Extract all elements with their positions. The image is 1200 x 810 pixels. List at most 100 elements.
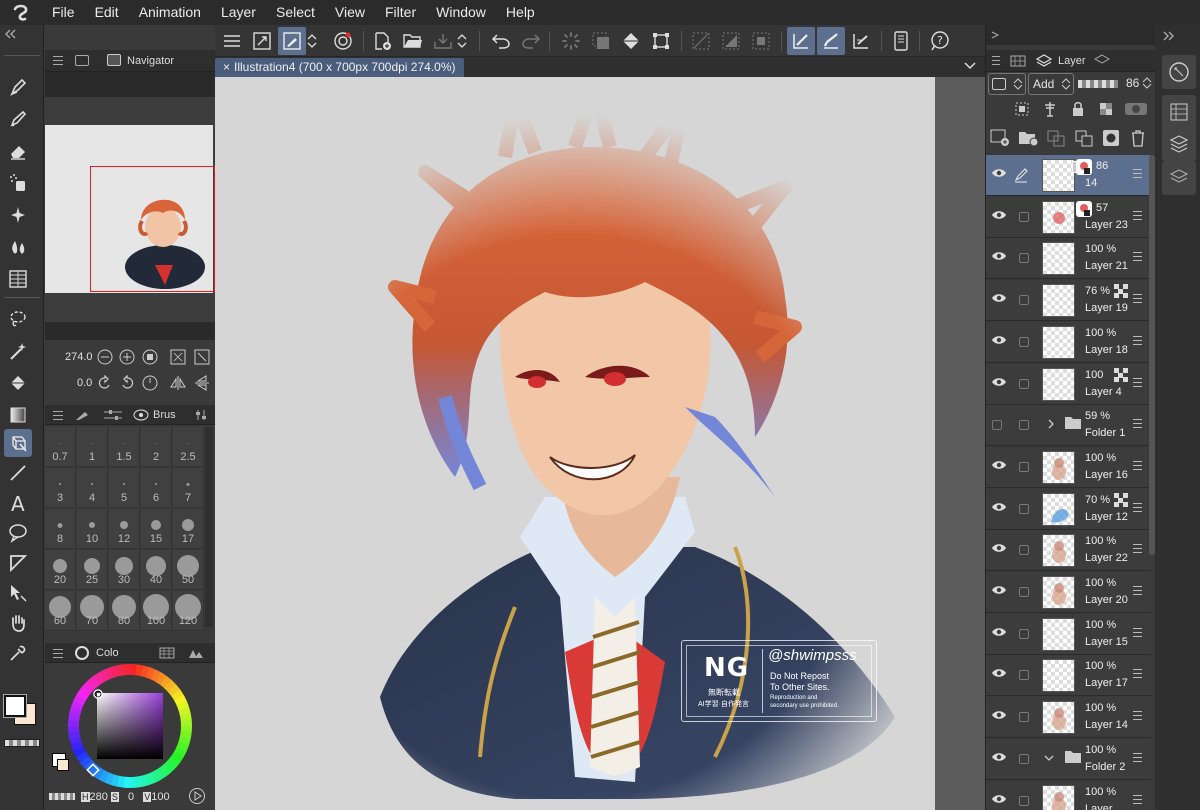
navigator-tab-icon[interactable]	[107, 54, 121, 66]
layer-panel-title[interactable]: Layer	[1058, 55, 1086, 67]
menu-file[interactable]: File	[42, 0, 85, 25]
brush-size-cell[interactable]: 25	[77, 550, 108, 590]
layer-menu-icon[interactable]	[1133, 460, 1142, 470]
color-wheel[interactable]	[67, 663, 193, 789]
brush-size-cell[interactable]: 40	[141, 550, 172, 590]
pencil-tool-icon[interactable]	[4, 105, 32, 133]
perspective-ruler-icon[interactable]	[4, 265, 32, 293]
visibility-eye-icon[interactable]	[991, 709, 1007, 721]
visibility-off-checkbox[interactable]	[992, 420, 1002, 431]
layer-thumbnail[interactable]	[1042, 200, 1075, 234]
layer-menu-icon[interactable]	[1133, 502, 1142, 512]
layer-menu-icon[interactable]	[1133, 627, 1142, 637]
sub-tool-detail-tab-icon[interactable]	[103, 409, 123, 421]
layer-row[interactable]: 100 % Layer 17	[986, 655, 1151, 697]
brush-size-cell[interactable]: 2.5	[173, 427, 204, 467]
clip-studio-icon[interactable]	[329, 27, 357, 55]
layer-thumbnail[interactable]	[1042, 492, 1075, 526]
visibility-eye-icon[interactable]	[991, 459, 1007, 471]
menu-animation[interactable]: Animation	[129, 0, 211, 25]
brush-size-cell[interactable]: 50	[173, 550, 204, 590]
opacity-value[interactable]: 86	[1126, 76, 1139, 90]
visibility-eye-icon[interactable]	[991, 626, 1007, 638]
magic-wand-icon[interactable]	[4, 337, 32, 365]
layer-row[interactable]: 100 % Layer	[986, 780, 1151, 810]
merge-down-icon[interactable]	[1074, 129, 1094, 147]
app-logo-icon[interactable]	[0, 0, 42, 25]
zoom-in-icon[interactable]	[119, 349, 135, 365]
layer-color-select[interactable]	[988, 73, 1026, 95]
layer-select-checkbox[interactable]	[1019, 503, 1029, 514]
layer-menu-icon[interactable]	[1133, 335, 1142, 345]
visibility-eye-icon[interactable]	[991, 292, 1007, 304]
collapse-right-icon[interactable]	[990, 30, 1000, 40]
fit-screen-icon[interactable]	[142, 349, 158, 365]
folder-expand-icon[interactable]	[1044, 753, 1054, 763]
visibility-eye-icon[interactable]	[991, 334, 1007, 346]
color-wheel-tab-icon[interactable]	[75, 646, 89, 660]
quick-access-icon[interactable]	[278, 27, 306, 55]
eraser-tool-icon[interactable]	[4, 137, 32, 165]
layer-row[interactable]: 100 Layer 4	[986, 363, 1151, 405]
rotate-right-icon[interactable]	[119, 375, 135, 391]
hamburger-menu-icon[interactable]	[218, 27, 246, 55]
brush-size-cell[interactable]: 6	[141, 468, 172, 508]
new-canvas-icon[interactable]	[369, 27, 397, 55]
tab-dropdown-icon[interactable]	[963, 60, 977, 72]
undo-icon[interactable]	[487, 27, 515, 55]
layer-tab-icon[interactable]	[1036, 53, 1052, 69]
device-icon[interactable]	[887, 27, 915, 55]
layer-thumbnail[interactable]	[1042, 450, 1075, 484]
brush-size-cell[interactable]: 30	[109, 550, 140, 590]
decoration-tool-icon[interactable]	[4, 201, 32, 229]
brush-size-cell[interactable]: 1.5	[109, 427, 140, 467]
layer-thumbnail[interactable]	[1042, 159, 1075, 192]
illustration-canvas[interactable]: NG 無断転載 AI学習·自作発言 @shwimpsss Do Not Repo…	[215, 77, 935, 810]
brush-size-cell[interactable]: 3	[45, 468, 76, 508]
panel-settings-icon[interactable]	[195, 409, 207, 421]
text-tool-icon[interactable]: A	[4, 489, 32, 517]
layer-select-checkbox[interactable]	[1019, 295, 1029, 306]
collapse-left-icon[interactable]	[3, 27, 17, 41]
visibility-eye-icon[interactable]	[991, 542, 1007, 554]
layer-select-checkbox[interactable]	[1019, 420, 1029, 431]
layer-select-checkbox[interactable]	[1019, 670, 1029, 681]
brush-size-cell[interactable]: 120	[173, 591, 204, 631]
folder-expand-icon[interactable]	[1046, 419, 1056, 429]
brush-size-cell[interactable]: 15	[141, 509, 172, 549]
layer-select-checkbox[interactable]	[1019, 712, 1029, 723]
delete-layer-icon[interactable]	[1130, 129, 1146, 147]
layer-select-checkbox[interactable]	[1019, 336, 1029, 347]
zoom-value[interactable]: 274.0	[65, 351, 93, 363]
snap-grid-icon[interactable]	[847, 27, 875, 55]
color-sub-mini-swatch[interactable]	[57, 759, 69, 771]
layer-select-checkbox[interactable]	[1019, 753, 1029, 764]
brush-size-cell[interactable]: 7	[173, 468, 204, 508]
visibility-eye-icon[interactable]	[991, 793, 1007, 805]
panel-tab-icon[interactable]	[75, 55, 89, 66]
layer-menu-icon[interactable]	[1133, 377, 1142, 387]
visibility-eye-icon[interactable]	[991, 250, 1007, 262]
brush-size-tab-icon[interactable]	[133, 409, 149, 421]
visibility-eye-icon[interactable]	[991, 584, 1007, 596]
menu-filter[interactable]: Filter	[375, 0, 426, 25]
snap-ruler-icon[interactable]	[787, 27, 815, 55]
save-icon[interactable]	[429, 27, 457, 55]
visibility-eye-icon[interactable]	[991, 501, 1007, 513]
layer-row[interactable]: 100 % Layer 22	[986, 530, 1151, 572]
lock-transparent-icon[interactable]	[1098, 101, 1114, 117]
layer-dock-icon[interactable]	[1162, 127, 1196, 161]
layer-select-checkbox[interactable]	[1019, 211, 1029, 222]
layer-property-dock-icon[interactable]	[1162, 95, 1196, 129]
brush-size-cell[interactable]: 60	[45, 591, 76, 631]
blend-mode-select[interactable]: Add	[1028, 73, 1074, 95]
layer-select-checkbox[interactable]	[1019, 545, 1029, 556]
layer-select-checkbox[interactable]	[1019, 461, 1029, 472]
menu-select[interactable]: Select	[266, 0, 325, 25]
object-select-icon[interactable]	[4, 579, 32, 607]
clip-layer-icon[interactable]	[1014, 101, 1030, 117]
menu-window[interactable]: Window	[426, 0, 496, 25]
fit-window-icon[interactable]	[194, 349, 210, 365]
brush-size-cell[interactable]: 8	[45, 509, 76, 549]
brush-size-cell[interactable]: 1	[77, 427, 108, 467]
